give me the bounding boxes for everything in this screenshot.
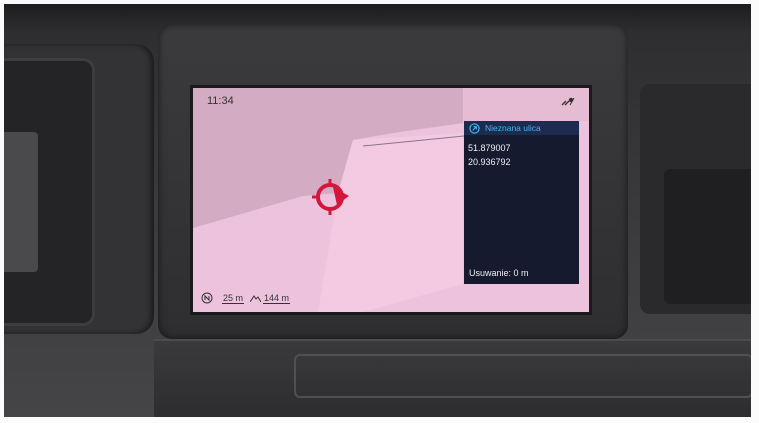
street-name: Nieznana ulica xyxy=(485,123,541,133)
current-position-marker-icon[interactable] xyxy=(309,175,355,221)
map-scale-bar: 25 m 144 m xyxy=(201,291,291,305)
navigation-arrow-icon xyxy=(469,122,480,134)
map-scale-value: 25 m xyxy=(222,292,245,304)
location-info-header: Nieznana ulica xyxy=(464,121,579,135)
latitude-value: 51.879007 xyxy=(468,143,511,153)
compass-north-icon[interactable] xyxy=(201,292,213,304)
elevation-value: 144 m xyxy=(263,292,291,304)
lower-dashboard-tray xyxy=(294,354,751,398)
right-dashboard-recess xyxy=(664,169,751,304)
clock-time: 11:34 xyxy=(207,95,234,107)
distance-value: Usuwanie: 0 m xyxy=(469,268,529,278)
elevation-icon xyxy=(250,295,262,302)
longitude-value: 20.936792 xyxy=(468,157,511,167)
navigation-screen[interactable]: 11:34 Nieznana ulica 51.879007 20.936792… xyxy=(193,88,589,312)
satellite-signal-icon xyxy=(561,97,575,106)
left-air-vent-slot xyxy=(4,132,38,272)
